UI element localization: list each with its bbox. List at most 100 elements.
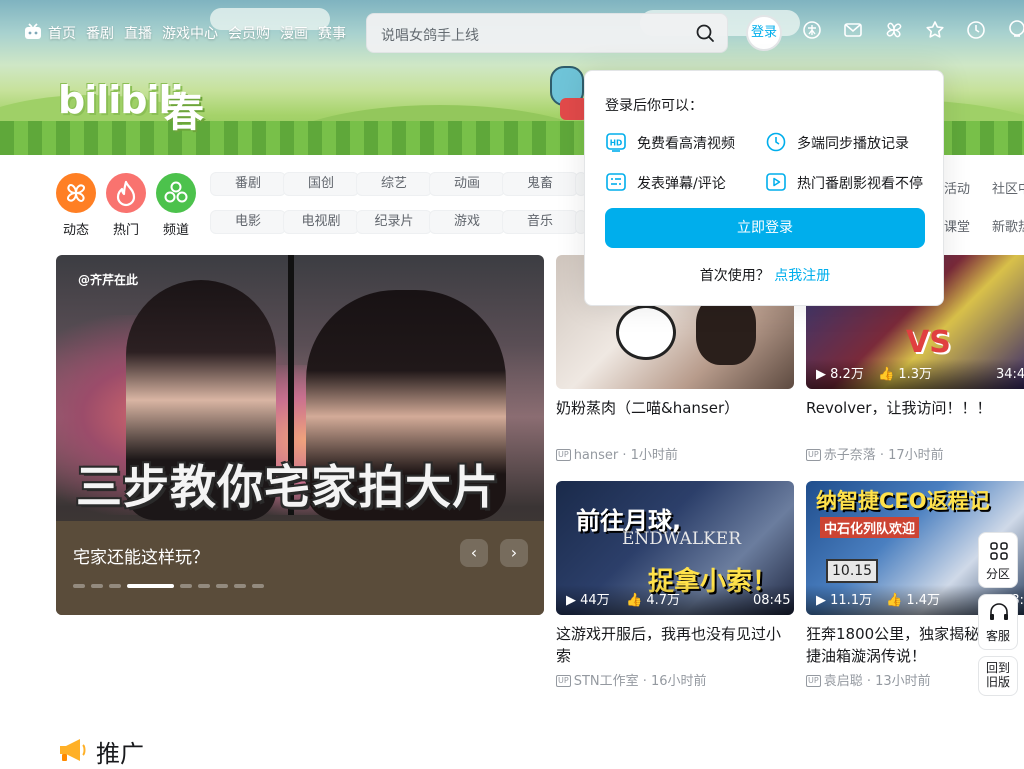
dynamic-shortcut[interactable] [56, 173, 96, 213]
up-badge-icon: UP [806, 449, 821, 461]
channel-icon [164, 181, 188, 203]
channel-tag[interactable]: 电视剧 [283, 210, 359, 234]
channel-link-newsongs[interactable]: 新歌热 [992, 216, 1024, 235]
popover-heading: 登录后你可以： [605, 98, 703, 114]
register-prefix: 首次使用？ [699, 268, 770, 284]
play-count: ▶ 11.1万 [816, 593, 873, 608]
video-title[interactable]: 奶粉蒸肉（二喵&hanser） [556, 397, 794, 419]
video-author[interactable]: hanser [574, 448, 619, 463]
play-count: ▶ 8.2万 [816, 367, 864, 382]
login-now-button[interactable]: 立即登录 [605, 208, 925, 248]
hero-next-button[interactable]: › [500, 539, 528, 567]
video-author[interactable]: STN工作室 [574, 674, 639, 689]
search-icon[interactable] [695, 23, 715, 43]
video-time: 13小时前 [875, 674, 931, 689]
tv-icon[interactable] [24, 23, 42, 41]
carousel-dot[interactable] [234, 584, 246, 588]
nav-manga[interactable]: 漫画 [280, 23, 308, 43]
channel-tag[interactable]: 电影 [210, 210, 286, 234]
channel-link-activity[interactable]: 活动 [944, 178, 970, 197]
nav-live[interactable]: 直播 [124, 23, 152, 43]
nav-anime[interactable]: 番剧 [86, 23, 114, 43]
nav-esports[interactable]: 赛事 [318, 23, 346, 43]
hero-watermark: @齐芹在此 [78, 273, 139, 287]
hero-caption-bar [56, 521, 544, 615]
channel-tag[interactable]: 综艺 [356, 172, 432, 196]
creative-icon[interactable] [1007, 20, 1024, 40]
video-title[interactable]: Revolver，让我访问！！！ [806, 397, 1024, 419]
video-meta[interactable]: UP hanser · 1小时前 [556, 444, 678, 463]
up-badge-icon: UP [556, 449, 571, 461]
channel-tag[interactable]: 番剧 [210, 172, 286, 196]
channel-link-community[interactable]: 社区中 [992, 178, 1024, 197]
thumb-text: 中石化列队欢迎 [820, 517, 920, 538]
video-thumbnail[interactable]: 前往月球, ENDWALKER 捉拿小索！ ▶ 44万 👍 4.7万 08:45 [556, 481, 794, 615]
channel-tag[interactable]: 纪录片 [356, 210, 432, 234]
thumb-text: ENDWALKER [622, 529, 742, 549]
channel-tag[interactable]: 鬼畜 [502, 172, 578, 196]
nav-game-center[interactable]: 游戏中心 [162, 23, 218, 43]
shortcut-label-dynamic: 动态 [62, 223, 89, 238]
feature-label: 热门番剧影视看不停 [797, 176, 923, 192]
search-box[interactable]: 说唱女鸽手上线 [366, 13, 728, 53]
carousel-dot-active[interactable] [127, 584, 174, 588]
carousel-dot[interactable] [91, 584, 103, 588]
promo-section-title: 推广 [96, 740, 144, 768]
carousel-dot[interactable] [73, 584, 85, 588]
play-icon: ▶ [816, 593, 826, 608]
video-meta[interactable]: UP 赤子奈落 · 17小时前 [806, 444, 944, 463]
hero-carousel[interactable]: @齐芹在此 三步教你宅家拍大片 宅家还能这样玩？ ‹ › [56, 255, 544, 615]
back-to-old-version-button[interactable]: 回到 旧版 [978, 656, 1018, 696]
feature-label: 免费看高清视频 [637, 136, 735, 152]
play-icon: ▶ [566, 593, 576, 608]
vip-icon[interactable] [802, 20, 822, 40]
partition-float-button[interactable]: 分区 [978, 532, 1018, 588]
play-icon: ▶ [816, 367, 826, 382]
danmaku-icon [605, 171, 627, 193]
hero-overlay-text: 三步教你宅家拍大片 [76, 460, 499, 514]
play-box-icon [765, 171, 787, 193]
carousel-dot[interactable] [216, 584, 228, 588]
channel-link-course[interactable]: 课堂 [944, 216, 970, 235]
channel-tag[interactable]: 国创 [283, 172, 359, 196]
dynamic-shortcut-icon [67, 184, 85, 202]
partition-label: 分区 [985, 567, 1010, 581]
nav-home[interactable]: 首页 [48, 23, 76, 43]
carousel-dot[interactable] [109, 584, 121, 588]
service-float-button[interactable]: 客服 [978, 594, 1018, 650]
channel-tag[interactable]: 音乐 [502, 210, 578, 234]
register-link[interactable]: 点我注册 [774, 268, 830, 284]
thumb-vs-text: VS [906, 325, 951, 360]
register-line: 首次使用？ 点我注册 [585, 265, 945, 285]
top-nav: 首页 番剧 直播 游戏中心 会员购 漫画 赛事 说唱女鸽手上线 登录 [0, 0, 1024, 64]
dynamic-icon[interactable] [884, 20, 904, 40]
hero-caption[interactable]: 宅家还能这样玩？ [73, 543, 209, 568]
headset-icon [990, 603, 1008, 620]
hot-shortcut[interactable] [106, 173, 146, 213]
video-title[interactable]: 这游戏开服后，我再也没有见过小索 [556, 623, 794, 667]
carousel-dot[interactable] [252, 584, 264, 588]
video-meta[interactable]: UP STN工作室 · 16小时前 [556, 670, 707, 689]
video-time: 17小时前 [888, 448, 944, 463]
back-label-line1: 回到 [985, 661, 1010, 675]
history-icon[interactable] [966, 20, 986, 40]
channel-tag[interactable]: 动画 [429, 172, 505, 196]
service-label: 客服 [985, 629, 1010, 643]
carousel-dot[interactable] [180, 584, 192, 588]
video-author[interactable]: 袁启聪 [824, 674, 863, 689]
hero-prev-button[interactable]: ‹ [460, 539, 488, 567]
channel-tag[interactable]: 游戏 [429, 210, 505, 234]
channel-shortcut[interactable] [156, 173, 196, 213]
video-meta[interactable]: UP 袁启聪 · 13小时前 [806, 670, 931, 689]
like-icon: 👍 [878, 367, 895, 382]
star-icon[interactable] [925, 20, 945, 40]
video-duration: 08:45 [753, 593, 791, 608]
carousel-dot[interactable] [198, 584, 210, 588]
search-input[interactable]: 说唱女鸽手上线 [381, 25, 479, 45]
login-avatar-button[interactable]: 登录 [746, 15, 782, 51]
like-count: 👍 4.7万 [626, 593, 681, 608]
nav-shop[interactable]: 会员购 [228, 23, 270, 43]
shortcut-label-hot: 热门 [112, 223, 139, 238]
message-icon[interactable] [843, 20, 863, 40]
video-author[interactable]: 赤子奈落 [824, 448, 876, 463]
